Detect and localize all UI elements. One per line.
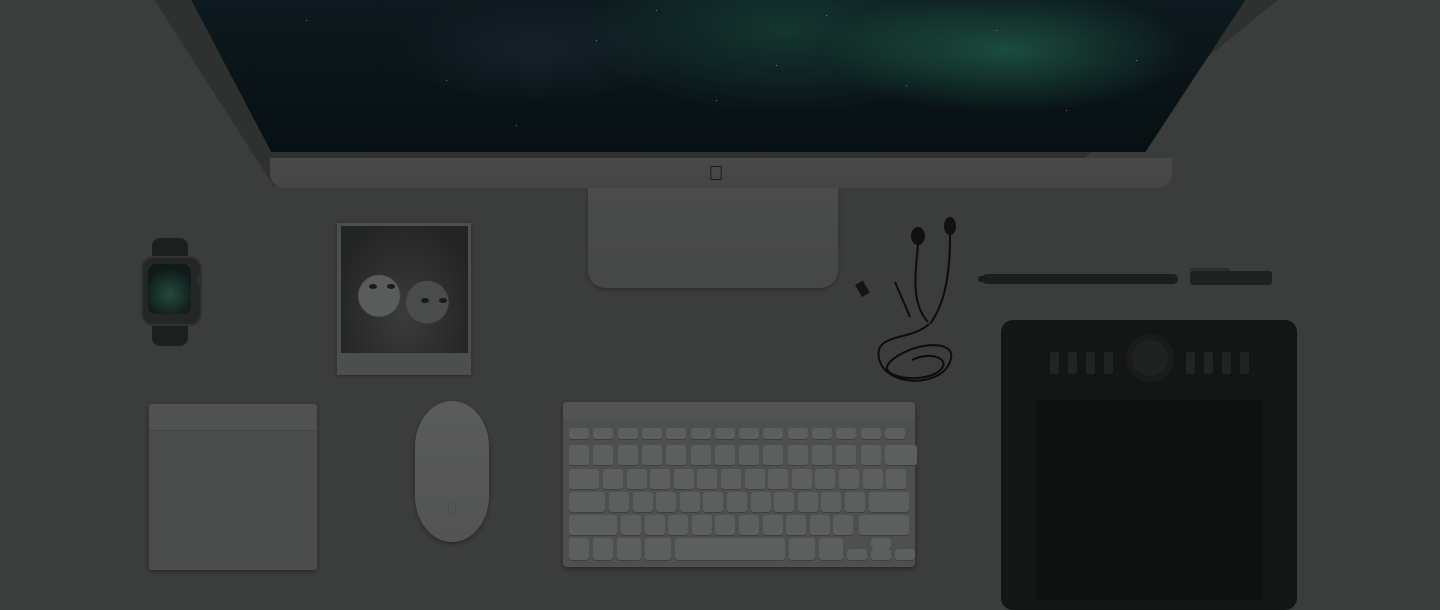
- desk-scene: : [0, 0, 1440, 610]
- apple-logo-icon: : [698, 164, 734, 184]
- keyboard-key: [603, 469, 623, 489]
- keyboard-key: [714, 428, 735, 439]
- keyboard-key: [750, 492, 771, 512]
- keyboard-key: [886, 469, 907, 489]
- keyboard-key: [641, 445, 662, 465]
- keyboard-key: [569, 515, 617, 535]
- keyboard-key: [593, 445, 614, 465]
- keyboard-key: [786, 515, 807, 535]
- keyboard-key: [666, 428, 687, 439]
- keyboard-key: [809, 515, 830, 535]
- keyboard-key: [632, 492, 653, 512]
- keyboard-key: [668, 515, 689, 535]
- keyboard-keys: [563, 402, 917, 567]
- keyboard-key: [569, 445, 589, 465]
- trackpad-battery-bar: [149, 404, 317, 431]
- keyboard-key: [812, 445, 832, 465]
- kittens-photo: [341, 226, 468, 353]
- keyboard-key: [797, 492, 818, 512]
- keyboard-key: [791, 469, 812, 489]
- keyboard-key: [617, 428, 638, 439]
- keyboard-key: [721, 469, 741, 489]
- keyboard-key: [884, 445, 917, 465]
- keyboard-key: [839, 469, 859, 489]
- keyboard-key: [739, 428, 760, 439]
- watch-screen: [148, 264, 191, 314]
- mouse: [415, 401, 489, 542]
- keyboard-key: [650, 469, 671, 489]
- keyboard-key: [569, 428, 589, 439]
- keyboard-key: [714, 445, 735, 465]
- watch-crown: [197, 274, 202, 286]
- keyboard-key: [763, 445, 784, 465]
- keyboard-key: [691, 515, 712, 535]
- keyboard-key: [621, 515, 641, 535]
- keyboard-key: [569, 538, 589, 560]
- keyboard-key: [697, 469, 718, 489]
- keyboard-key: [569, 469, 599, 489]
- keyboard-key: [787, 445, 808, 465]
- keyboard-key: [815, 469, 836, 489]
- keyboard-key: [675, 538, 785, 560]
- keyboard-key: [787, 428, 808, 439]
- keyboard-key: [768, 469, 789, 489]
- keyboard-key: [862, 469, 883, 489]
- keyboard-key: [569, 492, 605, 512]
- keyboard-key: [860, 428, 881, 439]
- keyboard-key: [703, 492, 724, 512]
- keyboard-key: [884, 428, 905, 439]
- keyboard-key: [871, 549, 891, 560]
- keyboard-key: [727, 492, 747, 512]
- keyboard-key: [644, 515, 665, 535]
- keyboard-key: [836, 428, 857, 439]
- keyboard-key: [715, 515, 736, 535]
- keyboard-key: [833, 515, 854, 535]
- keyboard-key: [789, 538, 815, 560]
- keyboard-key: [821, 492, 842, 512]
- keyboard-key: [617, 538, 641, 560]
- keyboard-key: [847, 549, 867, 560]
- tablet-active-area: [1036, 400, 1262, 600]
- keyboard-key: [819, 538, 843, 560]
- keyboard-key: [690, 428, 711, 439]
- keyboard-key: [845, 492, 865, 512]
- keyboard-key: [744, 469, 765, 489]
- keyboard-key: [690, 445, 711, 465]
- keyboard-key: [666, 445, 687, 465]
- keyboard-key: [859, 515, 909, 535]
- keyboard-key: [609, 492, 629, 512]
- keyboard-key: [626, 469, 647, 489]
- imac-screen: [186, 0, 1252, 152]
- keyboard-key: [673, 469, 694, 489]
- keyboard-key: [645, 538, 671, 560]
- keyboard-key: [656, 492, 677, 512]
- keyboard-key: [739, 445, 760, 465]
- stylus-pen: [978, 268, 1272, 285]
- tablet-touch-ring: [1126, 334, 1174, 382]
- apple-logo-icon: : [444, 500, 460, 516]
- keyboard-key: [869, 492, 909, 512]
- keyboard-key: [774, 492, 795, 512]
- imac-stand: [588, 188, 838, 288]
- keyboard-key: [593, 428, 614, 439]
- keyboard-key: [812, 428, 832, 439]
- earphones: [855, 217, 956, 382]
- keyboard-key: [762, 515, 783, 535]
- keyboard-key: [836, 445, 857, 465]
- keyboard-key: [763, 428, 784, 439]
- keyboard-key: [593, 538, 613, 560]
- keyboard-key: [871, 538, 891, 549]
- keyboard-key: [617, 445, 638, 465]
- keyboard-key: [739, 515, 759, 535]
- keyboard-key: [895, 549, 915, 560]
- keyboard-key: [679, 492, 700, 512]
- keyboard-key: [860, 445, 881, 465]
- keyboard-key: [641, 428, 662, 439]
